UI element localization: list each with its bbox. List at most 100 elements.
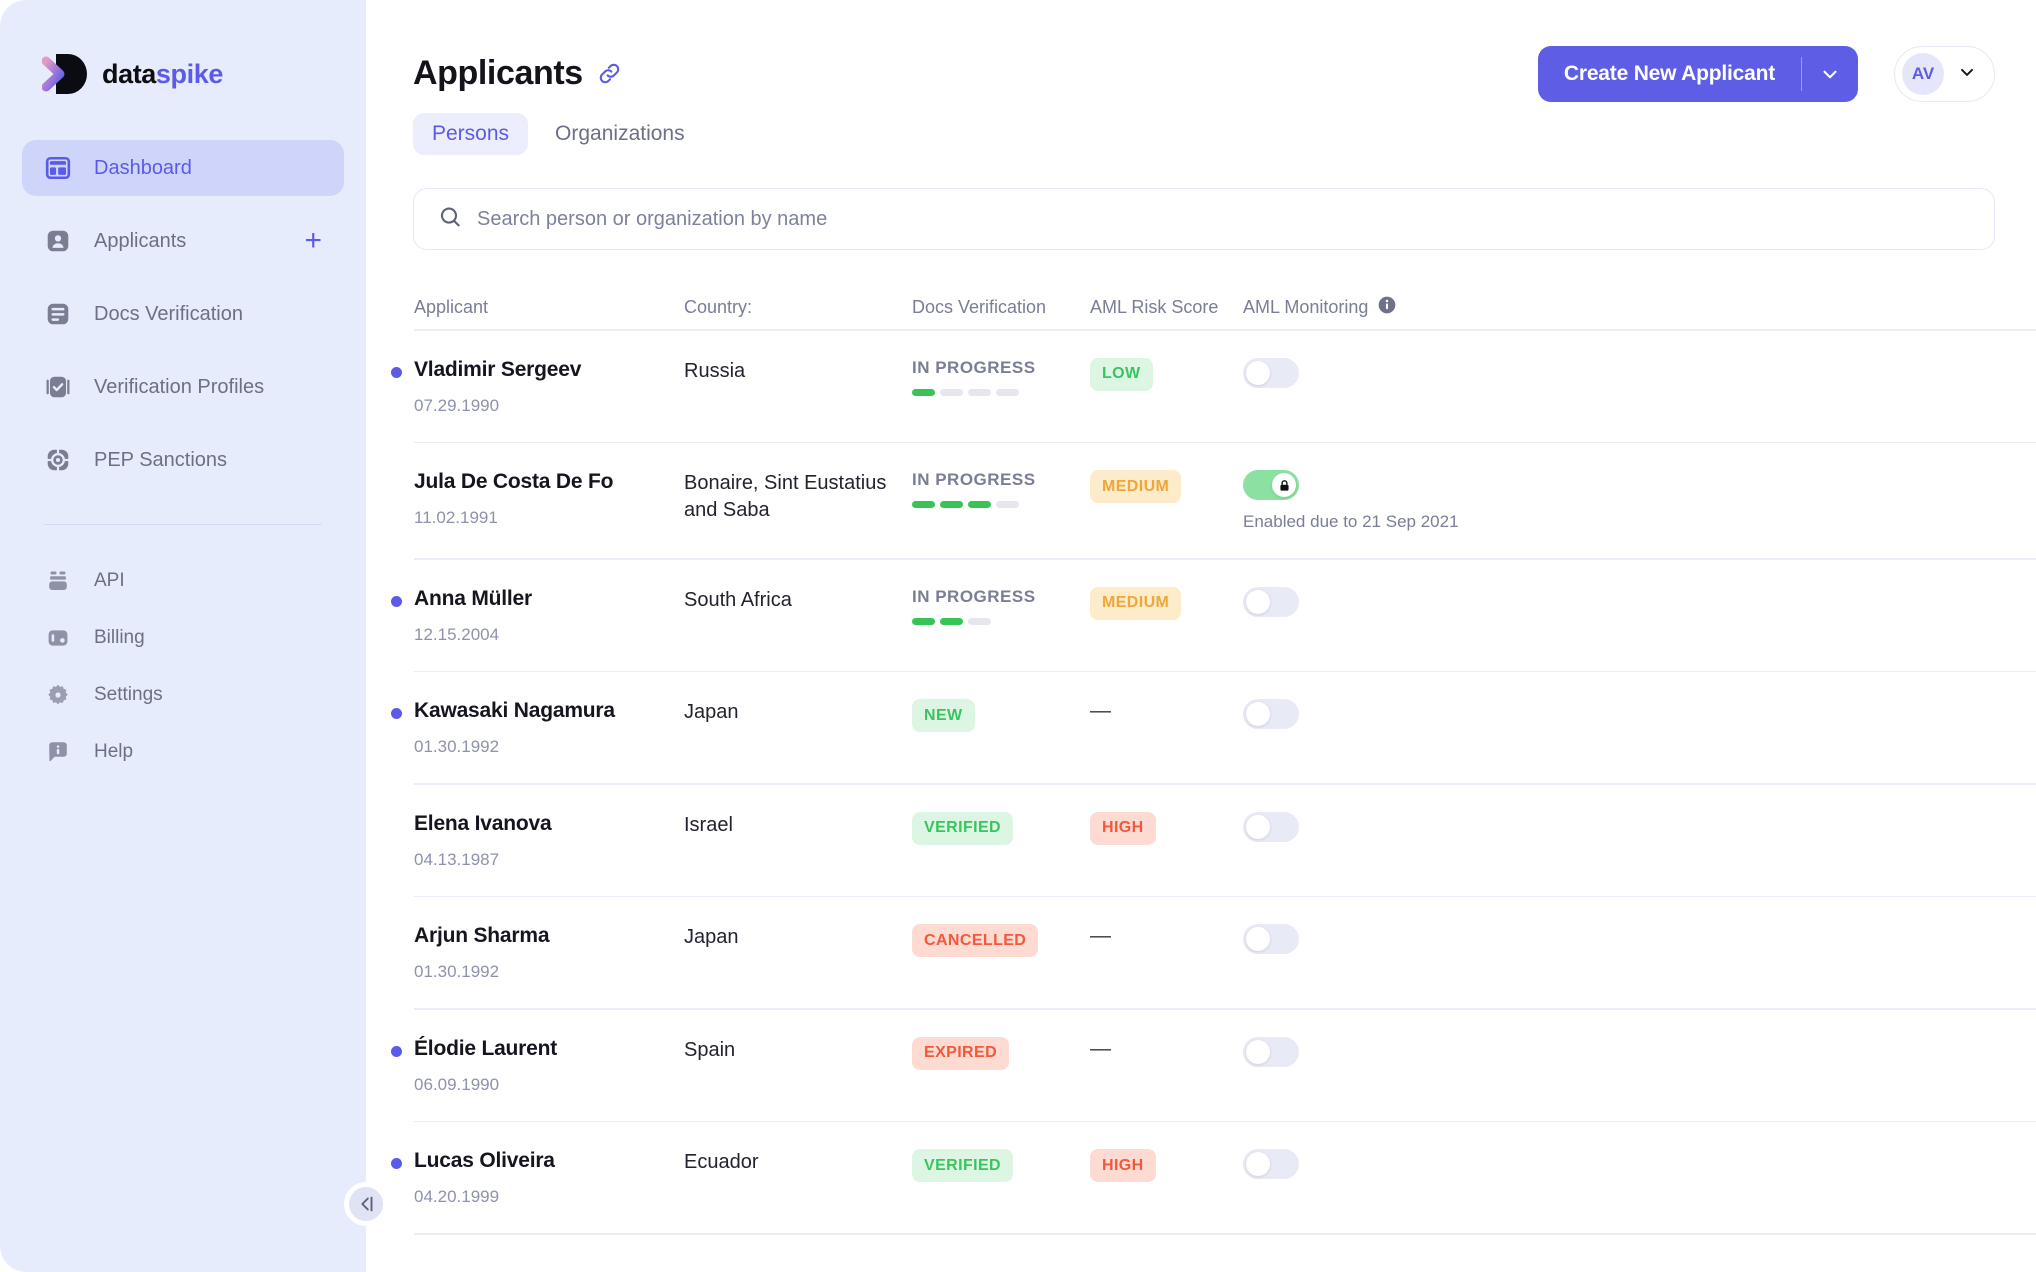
unread-dot-icon: [391, 708, 402, 719]
sidebar-item-settings[interactable]: Settings: [22, 673, 344, 717]
collapse-sidebar-button[interactable]: [344, 1182, 388, 1226]
table-row[interactable]: Lucas Oliveira 04.20.1999 Ecuador VERIFIED H…: [366, 1122, 2036, 1233]
docs-progress-bar: [912, 501, 1090, 508]
unread-dot-icon: [391, 595, 402, 607]
country-value: Israel: [684, 813, 733, 836]
sidebar-item-api[interactable]: API: [22, 559, 344, 603]
applicant-name: Elena Ivanova: [414, 811, 552, 835]
sidebar-item-dashboard[interactable]: Dashboard: [22, 140, 344, 196]
cell-aml-monitoring: [1243, 357, 2036, 388]
table-row[interactable]: Elena Ivanova 04.13.1987 Israel VERIFIED HIG…: [366, 785, 2036, 896]
brand-name: dataspike: [102, 59, 223, 90]
sidebar-item-billing[interactable]: Billing: [22, 616, 344, 660]
country-value: Ecuador: [684, 1151, 759, 1173]
aml-monitoring-toggle[interactable]: [1243, 1036, 1299, 1067]
cell-docs-verification: NEW: [912, 699, 1090, 732]
secondary-nav: API Billing Settings Help: [0, 559, 366, 774]
docs-status-label: IN PROGRESS: [912, 357, 1036, 377]
table-row[interactable]: Vladimir Sergeev 07.29.1990 Russia IN PROGR…: [366, 331, 2036, 442]
aml-monitoring-toggle[interactable]: [1243, 699, 1299, 729]
docs-status-badge: VERIFIED: [912, 811, 1013, 845]
progress-segment: [996, 501, 1019, 508]
aml-monitoring-toggle[interactable]: [1243, 811, 1299, 842]
table-header-row: Applicant Country: Docs Verification AML…: [366, 285, 2036, 329]
sidebar-item-label: Verification Profiles: [94, 375, 265, 398]
cell-country: Russia: [684, 358, 912, 385]
toggle-knob: [1246, 702, 1270, 726]
aml-risk-badge: LOW: [1090, 357, 1153, 391]
country-value: Bonaire, Sint Eustatius and Saba: [684, 472, 887, 521]
applicant-dob: 11.02.1991: [414, 508, 498, 527]
table-row[interactable]: Élodie Laurent 06.09.1990 Spain EXPIRED —: [366, 1010, 2036, 1121]
sidebar-item-help[interactable]: Help: [22, 730, 344, 774]
tab-bar: Persons Organizations: [413, 113, 2036, 155]
user-icon: [44, 227, 72, 255]
country-value: Spain: [684, 1038, 736, 1061]
sidebar-item-docs-verification[interactable]: Docs Verification: [22, 286, 344, 342]
aml-monitoring-toggle[interactable]: [1243, 357, 1299, 388]
tab-organizations[interactable]: Organizations: [536, 113, 704, 155]
column-header-applicant: Applicant: [414, 296, 489, 317]
applicant-name: Anna Müller: [414, 586, 532, 610]
aml-monitoring-toggle[interactable]: [1243, 1149, 1299, 1179]
brand-logo[interactable]: dataspike: [41, 52, 366, 96]
docs-progress-bar: [912, 617, 1090, 625]
cell-docs-verification: IN PROGRESS: [912, 358, 1090, 396]
applicant-dob: 07.29.1990: [414, 395, 500, 415]
table-row[interactable]: Kawasaki Nagamura 01.30.1992 Japan NEW —: [366, 672, 2036, 783]
brand-name-spike: spike: [155, 58, 223, 89]
add-applicant-button[interactable]: +: [304, 226, 322, 256]
cell-country: Bonaire, Sint Eustatius and Saba: [684, 470, 912, 524]
progress-segment: [912, 617, 935, 625]
cell-applicant: Anna Müller 12.15.2004: [414, 587, 684, 645]
document-icon: [44, 300, 72, 328]
aml-monitoring-toggle[interactable]: [1243, 470, 1299, 500]
table-row[interactable]: Anna Müller 12.15.2004 South Africa IN PROG…: [366, 560, 2036, 671]
sidebar-item-label: Settings: [94, 684, 163, 705]
progress-segment: [968, 617, 991, 625]
tab-persons[interactable]: Persons: [413, 113, 529, 155]
cell-applicant: Kawasaki Nagamura 01.30.1992: [414, 699, 684, 757]
main-content: Applicants Persons Organizations Create …: [366, 0, 2036, 1272]
aml-risk-empty: —: [1090, 699, 1111, 722]
cell-docs-verification: EXPIRED: [912, 1036, 1090, 1070]
avatar: AV: [1902, 53, 1944, 95]
applicant-name: Lucas Oliveira: [414, 1149, 555, 1172]
table-row[interactable]: Jula De Costa De Fo 11.02.1991 Bonaire, Si…: [366, 443, 2036, 558]
sidebar-item-applicants[interactable]: Applicants +: [22, 213, 344, 269]
dashboard-icon: [44, 154, 72, 182]
column-header-aml-monitoring: AML Monitoring: [1243, 295, 2036, 320]
search-bar[interactable]: [413, 188, 1995, 250]
toggle-knob lock-icon: [1272, 473, 1296, 497]
info-icon[interactable]: [1377, 295, 1397, 320]
progress-segment: [940, 388, 963, 396]
toggle-knob: [1246, 1039, 1270, 1064]
chevron-down-icon[interactable]: [1802, 46, 1858, 102]
unread-dot-icon: [391, 1045, 402, 1057]
search-input[interactable]: [477, 207, 1970, 231]
progress-segment: [996, 388, 1019, 396]
dataspike-logo-icon: [41, 52, 88, 96]
create-new-applicant-button[interactable]: Create New Applicant: [1537, 46, 1858, 102]
table-row[interactable]: Arjun Sharma 01.30.1992 Japan CANCELLED —: [366, 897, 2036, 1008]
cell-aml-monitoring: [1243, 811, 2036, 842]
aml-monitoring-toggle[interactable]: [1243, 586, 1299, 617]
docs-status-badge: CANCELLED: [912, 924, 1039, 957]
aml-risk-badge: HIGH: [1090, 1149, 1156, 1182]
docs-status-badge: EXPIRED: [912, 1036, 1010, 1070]
user-menu-button[interactable]: AV: [1894, 46, 1995, 102]
cell-docs-verification: VERIFIED: [912, 811, 1090, 845]
progress-segment: [912, 501, 935, 508]
page-title: Applicants: [413, 54, 583, 92]
chevron-down-icon: [1957, 62, 1977, 87]
app-window: dataspike Dashboard Applicants + Docs Ve…: [0, 0, 2036, 1272]
sidebar-item-label: PEP Sanctions: [94, 448, 228, 471]
sidebar-item-verification-profiles[interactable]: Verification Profiles: [22, 359, 344, 415]
cell-aml-monitoring: [1243, 1036, 2036, 1067]
sidebar-item-pep-sanctions[interactable]: PEP Sanctions: [22, 432, 344, 488]
link-icon[interactable]: [597, 61, 622, 86]
progress-segment: [968, 501, 991, 508]
cell-country: Israel: [684, 812, 912, 839]
aml-monitoring-toggle[interactable]: [1243, 924, 1299, 954]
cell-country: Japan: [684, 699, 912, 726]
